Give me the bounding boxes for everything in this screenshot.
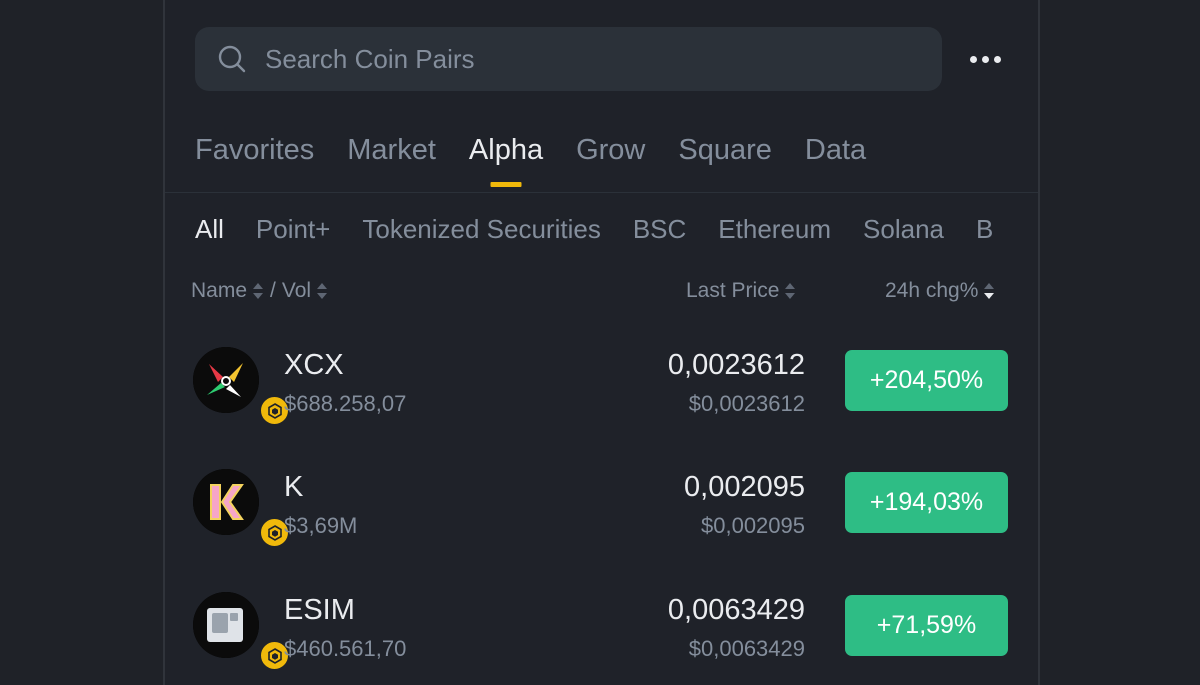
last-price: 0,0063429 <box>667 594 805 626</box>
usd-price: $0,002095 <box>701 513 805 538</box>
change-badge[interactable]: +194,03% <box>845 472 1008 533</box>
sort-desc-icon[interactable] <box>983 280 995 302</box>
coin-volume: $688.258,07 <box>284 391 407 416</box>
sort-by-last-price[interactable]: Last Price <box>686 279 779 303</box>
column-header-last-price: Last Price <box>686 279 796 303</box>
tab-data[interactable]: Data <box>805 134 866 187</box>
coin-symbol: XCX <box>284 349 344 381</box>
esim-token-icon <box>193 592 290 671</box>
coin-volume: $3,69M <box>284 513 358 538</box>
coin-volume: $460.561,70 <box>284 636 407 661</box>
sort-icon[interactable] <box>784 280 796 302</box>
filter-point-plus[interactable]: Point+ <box>256 214 330 245</box>
change-badge[interactable]: +71,59% <box>845 595 1008 656</box>
search-icon <box>218 45 246 73</box>
filter-solana[interactable]: Solana <box>863 214 944 245</box>
sort-icon[interactable] <box>252 280 264 302</box>
table-row[interactable]: K $3,69M 0,002095 $0,002095 +194,03% <box>165 457 1038 567</box>
coin-symbol: ESIM <box>284 594 355 626</box>
tab-alpha[interactable]: Alpha <box>469 134 543 187</box>
tabs-divider <box>165 192 1038 193</box>
filter-b-truncated[interactable]: B <box>976 214 993 245</box>
xcx-token-icon <box>193 347 290 426</box>
filter-all[interactable]: All <box>195 214 224 245</box>
k-token-icon <box>193 469 290 548</box>
filter-ethereum[interactable]: Ethereum <box>718 214 831 245</box>
filter-bsc[interactable]: BSC <box>633 214 686 245</box>
tab-market[interactable]: Market <box>347 134 436 187</box>
usd-price: $0,0023612 <box>688 391 805 416</box>
table-row[interactable]: XCX $688.258,07 0,0023612 $0,0023612 +20… <box>165 335 1038 445</box>
column-header-change: 24h chg% <box>885 279 995 303</box>
more-options-icon[interactable] <box>965 44 1005 74</box>
market-panel: Favorites Market Alpha Grow Square Data … <box>163 0 1040 685</box>
usd-price: $0,0063429 <box>688 636 805 661</box>
sort-by-vol[interactable]: Vol <box>282 279 311 303</box>
filter-tokenized-securities[interactable]: Tokenized Securities <box>362 214 600 245</box>
sort-icon[interactable] <box>316 280 328 302</box>
sort-by-name[interactable]: Name <box>191 279 247 303</box>
tab-favorites[interactable]: Favorites <box>195 134 314 187</box>
column-separator: / <box>270 279 276 302</box>
main-tabs: Favorites Market Alpha Grow Square Data <box>195 134 866 187</box>
search-bar[interactable] <box>195 27 942 91</box>
filter-tabs: All Point+ Tokenized Securities BSC Ethe… <box>195 214 993 245</box>
last-price: 0,002095 <box>684 471 805 503</box>
tab-grow[interactable]: Grow <box>576 134 645 187</box>
column-header-name-vol: Name / Vol <box>191 279 328 303</box>
tab-square[interactable]: Square <box>678 134 772 187</box>
sort-by-change[interactable]: 24h chg% <box>885 279 978 303</box>
coin-symbol: K <box>284 471 304 503</box>
search-input[interactable] <box>263 42 867 76</box>
last-price: 0,0023612 <box>667 349 805 381</box>
change-badge[interactable]: +204,50% <box>845 350 1008 411</box>
table-row[interactable]: ESIM $460.561,70 0,0063429 $0,0063429 +7… <box>165 580 1038 685</box>
